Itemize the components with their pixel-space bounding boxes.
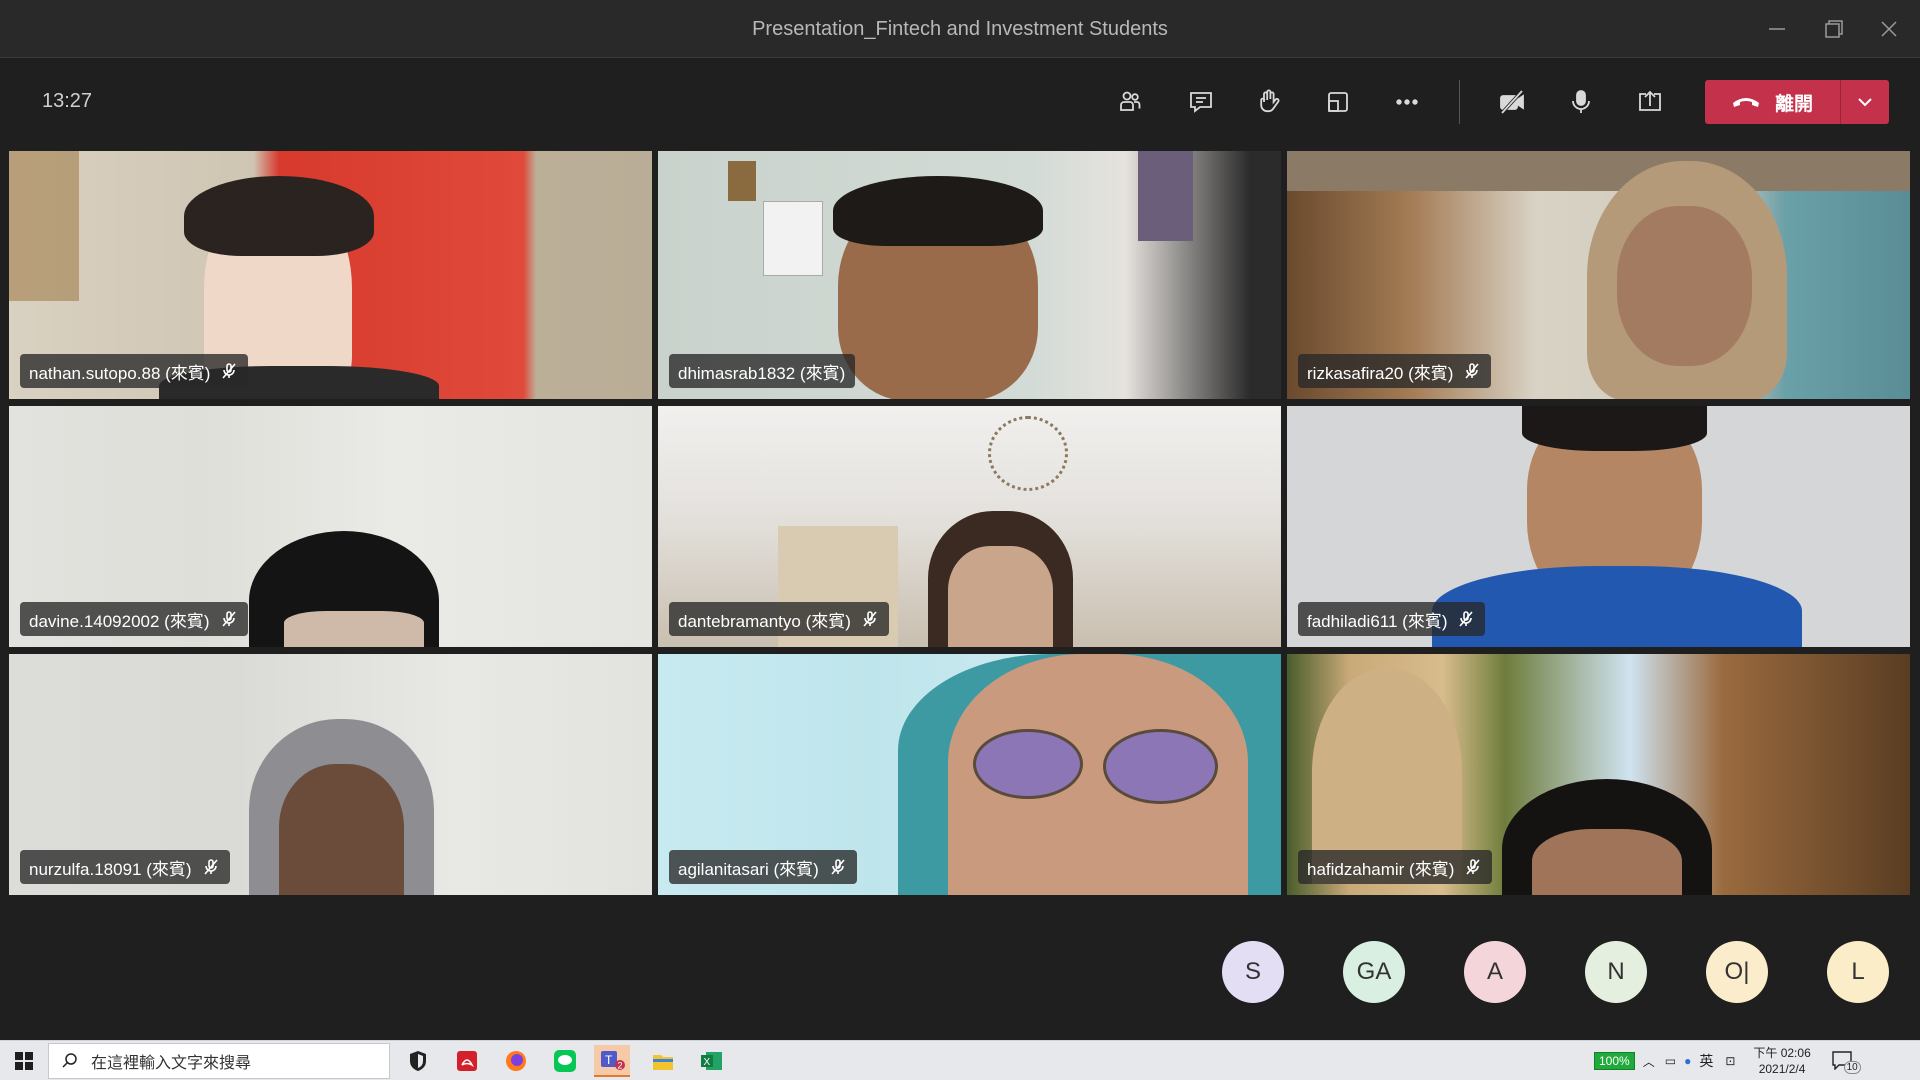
video-tile[interactable]: nurzulfa.18091 (來賓) <box>9 654 652 895</box>
participants-icon[interactable] <box>1110 82 1150 122</box>
muted-mic-icon <box>203 859 218 875</box>
avatar[interactable]: S <box>1222 941 1284 1003</box>
participant-nametag: dantebramantyo (來賓) <box>669 602 889 636</box>
participant-nametag: agilanitasari (來賓) <box>669 850 857 884</box>
taskbar-search-input[interactable]: 在這裡輸入文字來搜尋 <box>48 1043 390 1079</box>
avatar[interactable]: GA <box>1343 941 1405 1003</box>
windows-taskbar: 在這裡輸入文字來搜尋 T2 X 100% ︿ ▭ ● 英 ⊡ 下午 02:06 … <box>0 1040 1920 1080</box>
muted-mic-icon <box>1465 363 1480 379</box>
chevron-down-icon[interactable] <box>1841 80 1889 124</box>
avatar[interactable]: O| <box>1706 941 1768 1003</box>
battery-icon[interactable]: ▭ <box>1665 1054 1676 1068</box>
battery-percent[interactable]: 100% <box>1594 1052 1635 1070</box>
share-screen-icon[interactable] <box>1630 82 1670 122</box>
raise-hand-icon[interactable] <box>1249 82 1289 122</box>
leave-label: 離開 <box>1775 93 1814 115</box>
muted-mic-icon <box>221 611 236 627</box>
line-app-icon[interactable] <box>547 1045 583 1077</box>
file-explorer-icon[interactable] <box>645 1045 681 1077</box>
svg-text:2: 2 <box>618 1061 623 1071</box>
svg-text:X: X <box>704 1057 711 1068</box>
participant-name: dantebramantyo (來賓) <box>678 611 851 631</box>
teams-taskbar-icon[interactable]: T2 <box>594 1045 630 1077</box>
video-tile[interactable]: fadhiladi611 (來賓) <box>1287 406 1910 647</box>
microphone-icon[interactable] <box>1561 82 1601 122</box>
muted-mic-icon <box>222 363 237 379</box>
avatar[interactable]: L <box>1827 941 1889 1003</box>
participant-name: nathan.sutopo.88 (來賓) <box>29 363 211 383</box>
tablet-mode-icon[interactable]: ⊡ <box>1725 1054 1735 1068</box>
participant-name: hafidzahamir (來賓) <box>1307 859 1455 879</box>
teams-meeting-window: Presentation_Fintech and Investment Stud… <box>0 0 1920 1080</box>
video-tile[interactable]: nathan.sutopo.88 (來賓) <box>9 151 652 399</box>
participant-name: fadhiladi611 (來賓) <box>1307 611 1448 631</box>
windows-start-icon[interactable] <box>6 1045 42 1077</box>
participant-nametag: dhimasrab1832 (來賓) <box>669 354 856 388</box>
participant-name: davine.14092002 (來賓) <box>29 611 210 631</box>
participant-name: nurzulfa.18091 (來賓) <box>29 859 192 879</box>
participant-nametag: rizkasafira20 (來賓) <box>1298 354 1492 388</box>
hang-up-icon <box>1733 98 1759 107</box>
participant-name: dhimasrab1832 (來賓) <box>678 363 846 383</box>
window-title: Presentation_Fintech and Investment Stud… <box>752 18 1168 40</box>
clock-date: 2021/2/4 <box>1758 1062 1806 1076</box>
muted-mic-icon <box>863 611 877 627</box>
participant-nametag: fadhiladi611 (來賓) <box>1298 602 1486 636</box>
tray-chevron-up-icon[interactable]: ︿ <box>1643 1053 1655 1070</box>
muted-mic-icon <box>831 859 845 875</box>
taskbar-clock[interactable]: 下午 02:06 2021/2/4 <box>1753 1045 1810 1077</box>
participant-nametag: nathan.sutopo.88 (來賓) <box>20 354 249 388</box>
video-tile[interactable]: dhimasrab1832 (來賓) <box>658 151 1281 399</box>
leave-button[interactable]: 離開 <box>1705 80 1889 124</box>
more-icon[interactable] <box>1387 82 1427 122</box>
video-tile[interactable]: rizkasafira20 (來賓) <box>1287 151 1910 399</box>
participant-nametag: hafidzahamir (來賓) <box>1298 850 1493 884</box>
toolbar-divider <box>1459 80 1460 124</box>
close-icon[interactable] <box>1874 14 1904 44</box>
notification-count: 10 <box>1843 1061 1861 1074</box>
svg-text:T: T <box>605 1053 613 1067</box>
minimize-icon[interactable] <box>1762 14 1792 44</box>
muted-mic-icon <box>1459 611 1474 627</box>
muted-mic-icon <box>1466 859 1480 875</box>
video-tile[interactable]: davine.14092002 (來賓) <box>9 406 652 647</box>
title-bar: Presentation_Fintech and Investment Stud… <box>0 0 1920 58</box>
participant-nametag: nurzulfa.18091 (來賓) <box>20 850 230 884</box>
restore-icon[interactable] <box>1818 14 1848 44</box>
participant-name: agilanitasari (來賓) <box>678 859 819 879</box>
system-tray: 100% ︿ ▭ ● 英 ⊡ 下午 02:06 2021/2/4 10 <box>1594 1041 1861 1080</box>
chat-icon[interactable] <box>1181 82 1221 122</box>
clock-time: 下午 02:06 <box>1753 1046 1811 1060</box>
avatar[interactable]: N <box>1585 941 1647 1003</box>
search-icon <box>62 1053 77 1068</box>
meeting-timer: 13:27 <box>42 90 93 112</box>
rooms-icon[interactable] <box>1318 82 1358 122</box>
network-icon[interactable]: ● <box>1684 1054 1691 1068</box>
pdf-reader-icon[interactable] <box>449 1045 485 1077</box>
video-tile[interactable]: hafidzahamir (來賓) <box>1287 654 1910 895</box>
security-shield-icon[interactable] <box>400 1045 436 1077</box>
video-tile[interactable]: dantebramantyo (來賓) <box>658 406 1281 647</box>
meeting-toolbar: 13:27 離開 <box>0 58 1920 146</box>
leave-main[interactable]: 離開 <box>1705 80 1841 124</box>
ime-indicator[interactable]: 英 <box>1699 1051 1713 1071</box>
notification-center-icon[interactable]: 10 <box>1831 1050 1861 1074</box>
video-tile[interactable]: agilanitasari (來賓) <box>658 654 1281 895</box>
camera-off-icon[interactable] <box>1492 82 1532 122</box>
firefox-icon[interactable] <box>498 1045 534 1077</box>
participant-nametag: davine.14092002 (來賓) <box>20 602 248 636</box>
participant-name: rizkasafira20 (來賓) <box>1307 363 1454 383</box>
avatar[interactable]: A <box>1464 941 1526 1003</box>
search-placeholder: 在這裡輸入文字來搜尋 <box>91 1055 252 1072</box>
excel-icon[interactable]: X <box>694 1045 730 1077</box>
